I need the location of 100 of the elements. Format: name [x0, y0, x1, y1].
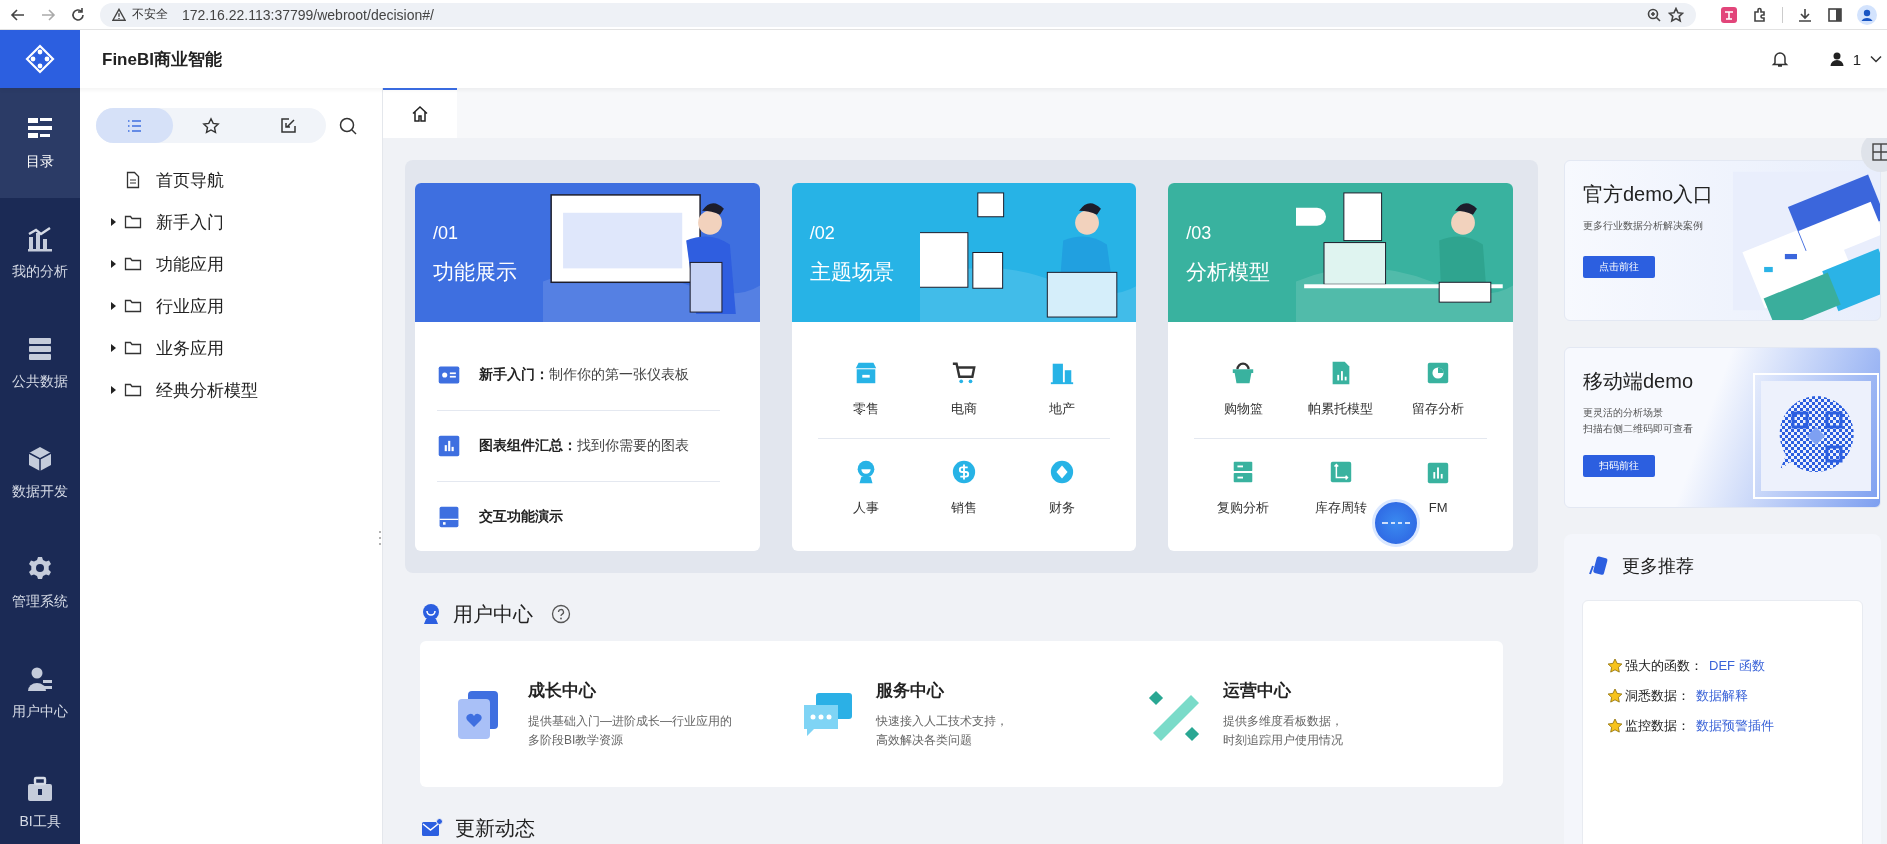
folder-icon	[124, 213, 142, 231]
folder-icon	[124, 339, 142, 357]
tag-icon	[1588, 555, 1610, 577]
entry-description: 时刻追踪用户使用情况	[1223, 731, 1344, 749]
card-number: /02	[809, 223, 836, 244]
star-icon	[1607, 658, 1623, 674]
warning-icon	[112, 7, 126, 22]
entry-title: 成长中心	[528, 679, 597, 702]
scenario-link[interactable]: 留存分析	[1412, 399, 1465, 418]
zoom-icon[interactable]	[1646, 6, 1662, 23]
entry-description: 多阶段BI教学资源	[528, 731, 625, 749]
guide-link[interactable]: 交互功能演示	[437, 482, 720, 551]
tree-item[interactable]: 行业应用	[80, 285, 382, 327]
bell-icon[interactable]	[1770, 50, 1789, 68]
nav-item[interactable]: 目录	[0, 88, 80, 198]
section-title: 更多推荐	[1622, 555, 1694, 578]
cube-icon	[26, 445, 54, 473]
go-button[interactable]: 扫码前往	[1583, 455, 1655, 477]
demo-subtitle: 更灵活的分析场景	[1583, 406, 1664, 420]
nav-item[interactable]: BI工具	[0, 748, 80, 844]
recommend-link[interactable]: DEF 函数	[1709, 657, 1765, 675]
profile-icon[interactable]	[1857, 4, 1877, 25]
download-icon[interactable]	[1797, 6, 1813, 23]
address-bar[interactable]: 不安全 172.16.22.113:37799/webroot/decision#/	[100, 2, 1696, 27]
dashboard-icon	[437, 363, 461, 387]
back-icon[interactable]	[10, 6, 26, 23]
puzzle-icon[interactable]	[1752, 6, 1768, 23]
user-icon	[26, 665, 54, 693]
nav-item[interactable]: 用户中心	[0, 638, 80, 748]
card-title: 功能展示	[433, 259, 518, 285]
bar-chart-icon	[437, 434, 461, 458]
scenario-link[interactable]: 人事	[853, 498, 880, 517]
tree-item[interactable]: 新手入门	[80, 201, 382, 243]
entry-title: 服务中心	[875, 679, 945, 702]
user-name: 1	[1852, 50, 1861, 68]
recommend-label: 强大的函数：	[1625, 657, 1703, 675]
card-number: /01	[433, 223, 460, 244]
demo-subtitle: 扫描右侧二维码即可查看	[1583, 422, 1694, 436]
help-icon[interactable]	[551, 604, 571, 624]
app-title: FineBI商业智能	[102, 48, 222, 71]
center-entry[interactable]: 运营中心 提供多维度看板数据， 时刻追踪用户使用情况	[1135, 678, 1483, 750]
center-entry[interactable]: 成长中心 提供基础入门—进阶成长—行业应用的 多阶段BI教学资源	[440, 678, 788, 750]
scenario-link[interactable]: FM	[1428, 500, 1448, 516]
star-icon[interactable]	[1668, 6, 1684, 23]
scenario-link[interactable]: 零售	[853, 399, 880, 418]
scenario-link[interactable]: 销售	[951, 498, 977, 517]
entry-title: 运营中心	[1223, 679, 1293, 702]
scenario-link[interactable]: 购物篮	[1223, 399, 1263, 418]
reload-icon[interactable]	[70, 6, 86, 23]
card-number: /03	[1186, 223, 1213, 244]
chart-icon	[26, 225, 54, 253]
scenario-link[interactable]: 库存周转	[1314, 498, 1367, 517]
home-tab[interactable]	[383, 88, 457, 138]
entry-description: 提供多维度看板数据，	[1223, 712, 1344, 730]
guide-link[interactable]: 图表组件汇总：找到你需要的图表	[437, 411, 720, 482]
tree-item[interactable]: 功能应用	[80, 243, 382, 285]
tree-item[interactable]: 首页导航	[80, 159, 382, 201]
nav-item[interactable]: 公共数据	[0, 308, 80, 418]
demo-title: 移动端demo	[1583, 369, 1695, 394]
extension-icon[interactable]	[1720, 5, 1738, 24]
user-menu[interactable]: 1	[1828, 50, 1883, 68]
demo-title: 官方demo入口	[1583, 182, 1715, 207]
card-title: 分析模型	[1186, 259, 1272, 285]
scenario-link[interactable]: 地产	[1048, 399, 1075, 418]
user-badge-icon	[421, 603, 441, 625]
section-title: 更新动态	[455, 815, 535, 841]
nav-item[interactable]: 管理系统	[0, 528, 80, 638]
nav-item[interactable]: 我的分析	[0, 198, 80, 308]
recommend-link[interactable]: 数据解释	[1696, 687, 1748, 705]
panel-icon	[437, 505, 461, 529]
search-icon[interactable]	[338, 115, 358, 136]
folder-icon	[124, 255, 142, 273]
assistant-button[interactable]	[1372, 499, 1421, 547]
scenario-link[interactable]: 财务	[1048, 498, 1075, 517]
card-header[interactable]: /01 功能展示	[415, 183, 760, 322]
recommend-link[interactable]: 数据预警插件	[1696, 717, 1774, 735]
folder-icon	[124, 381, 142, 399]
folder-icon	[124, 297, 142, 315]
scenario-link[interactable]: 复购分析	[1217, 498, 1270, 517]
tree-item[interactable]: 经典分析模型	[80, 369, 382, 411]
guide-link[interactable]: 新手入门：制作你的第一张仪表板	[437, 340, 720, 411]
scenario-link[interactable]: 帕累托模型	[1308, 399, 1374, 418]
tree-item[interactable]: 业务应用	[80, 327, 382, 369]
logo-tile[interactable]	[0, 30, 80, 88]
document-icon	[124, 171, 142, 189]
entry-description: 提供基础入门—进阶成长—行业应用的	[528, 712, 732, 730]
sidebar-icon[interactable]	[1827, 6, 1843, 23]
center-entry[interactable]: 服务中心 快速接入人工技术支持， 高效解决各类问题	[787, 678, 1136, 750]
recommend-label: 监控数据：	[1625, 717, 1690, 735]
nav-item[interactable]: 数据开发	[0, 418, 80, 528]
view-tab[interactable]	[96, 108, 173, 143]
toolbox-icon	[26, 775, 54, 803]
dollar-icon	[951, 458, 977, 485]
database-icon	[26, 335, 54, 363]
go-button[interactable]: 点击前往	[1583, 256, 1655, 278]
scenario-link[interactable]: 电商	[951, 399, 977, 418]
star-icon	[202, 116, 220, 135]
card-title: 主题场景	[809, 259, 895, 285]
home-icon	[411, 105, 429, 123]
entry-description: 高效解决各类问题	[875, 731, 973, 749]
